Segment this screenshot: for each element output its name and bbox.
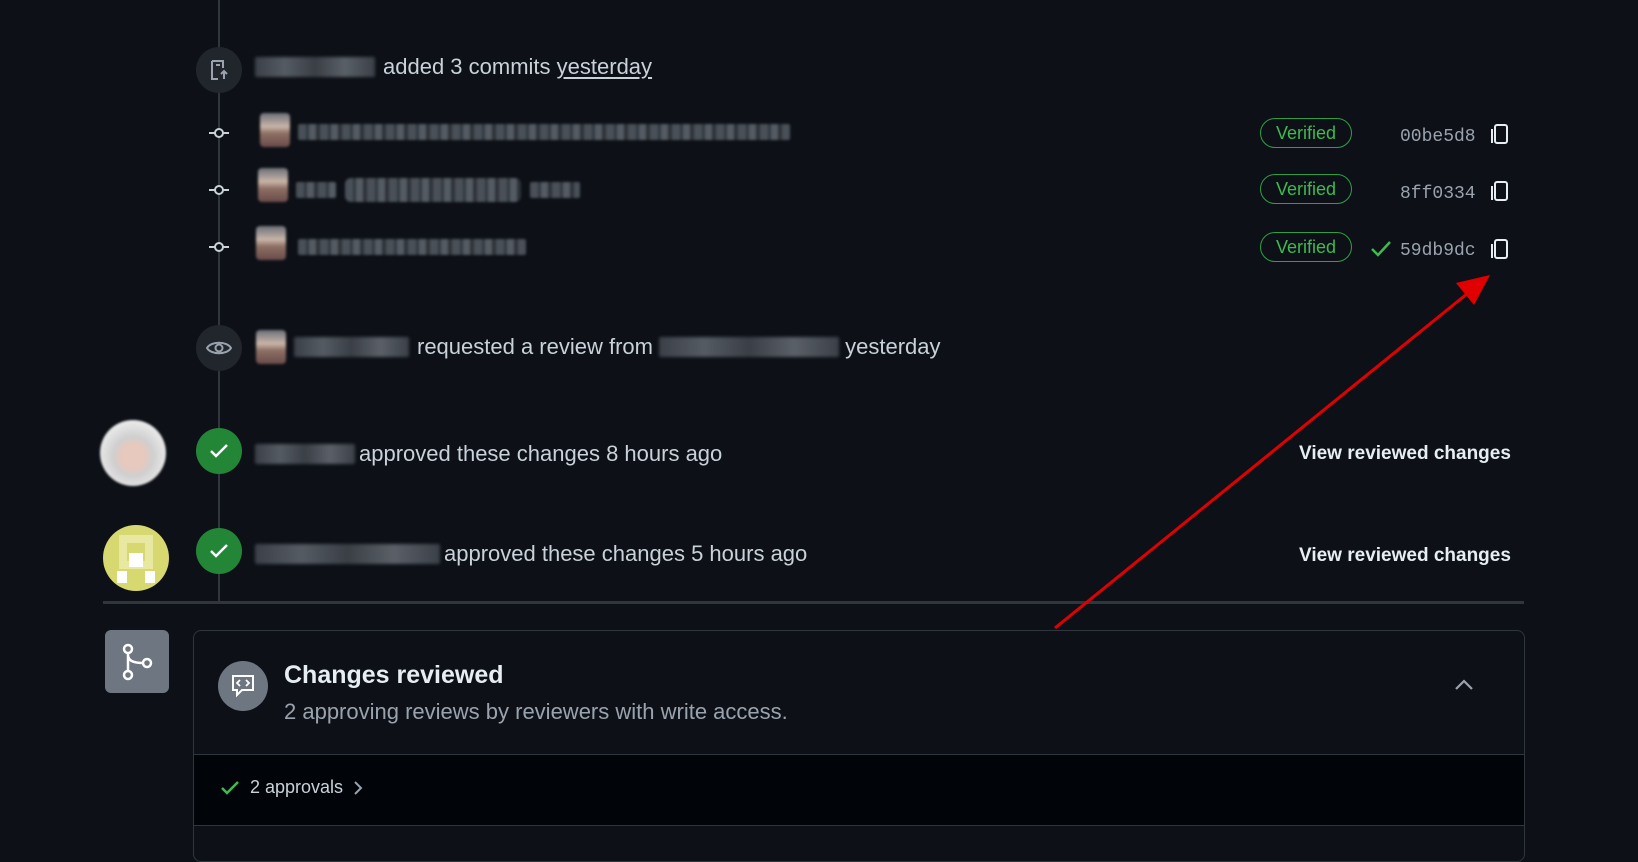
reviewer-name-redacted[interactable] <box>659 337 840 357</box>
commits-added-time[interactable]: yesterday <box>557 54 652 80</box>
panel-description: 2 approving reviews by reviewers with wr… <box>284 699 788 724</box>
commit-sha[interactable]: 00be5d8 <box>1400 127 1476 147</box>
commit-author-avatar[interactable] <box>256 226 286 260</box>
approval-event: approved these changes 5 hours ago <box>255 541 807 567</box>
reviewer-avatar[interactable] <box>100 420 166 486</box>
approvals-toggle[interactable]: 2 approvals <box>220 777 363 798</box>
commit-author-avatar[interactable] <box>258 168 288 202</box>
check-icon <box>221 780 239 795</box>
commit-author-avatar[interactable] <box>260 113 290 147</box>
push-icon <box>211 60 228 80</box>
push-event-badge <box>196 47 242 93</box>
commit-message-redacted[interactable] <box>298 124 790 140</box>
check-icon <box>210 544 228 558</box>
git-merge-icon <box>122 643 153 680</box>
approved-badge <box>196 528 242 574</box>
check-icon[interactable] <box>1370 240 1392 258</box>
copy-icon[interactable] <box>1491 124 1508 144</box>
review-request-time: yesterday <box>845 334 941 359</box>
commit-message-redacted[interactable] <box>298 239 526 255</box>
commits-added-text: added 3 commits <box>383 54 551 79</box>
author-name-redacted[interactable] <box>255 57 375 77</box>
chevron-up-icon[interactable] <box>1454 679 1474 691</box>
approved-badge <box>196 428 242 474</box>
approval-text: approved these changes 5 hours ago <box>444 541 808 566</box>
comment-code-icon-wrap <box>218 661 268 711</box>
requester-avatar[interactable] <box>256 330 286 364</box>
reviewer-name-redacted[interactable] <box>255 444 355 464</box>
check-icon <box>210 444 228 458</box>
copy-icon[interactable] <box>1491 181 1508 201</box>
reviewer-name-redacted[interactable] <box>255 544 440 564</box>
commit-message-redacted[interactable] <box>530 182 580 198</box>
approval-text: approved these changes 8 hours ago <box>359 441 723 466</box>
timeline-divider <box>103 601 1524 604</box>
approvals-label: 2 approvals <box>250 777 344 797</box>
reviewer-avatar[interactable] <box>103 525 169 591</box>
merge-status-icon-box <box>105 630 169 693</box>
requester-name-redacted[interactable] <box>294 337 409 357</box>
approvals-row: 2 approvals <box>194 755 1524 826</box>
view-reviewed-changes-link[interactable]: View reviewed changes <box>1299 545 1511 567</box>
changes-reviewed-header[interactable]: Changes reviewed 2 approving reviews by … <box>194 631 1524 755</box>
commit-message-code-redacted[interactable] <box>345 178 521 202</box>
verified-badge[interactable]: Verified <box>1260 118 1352 148</box>
review-request-event: requested a review from yesterday <box>256 330 941 364</box>
panel-title: Changes reviewed <box>284 661 504 689</box>
eye-icon <box>206 341 232 355</box>
commits-added-event: added 3 commits yesterday <box>255 54 652 80</box>
comment-code-icon <box>232 675 254 698</box>
verified-badge[interactable]: Verified <box>1260 174 1352 204</box>
view-reviewed-changes-link[interactable]: View reviewed changes <box>1299 443 1511 465</box>
review-request-badge <box>196 325 242 371</box>
merge-review-panel: Changes reviewed 2 approving reviews by … <box>193 630 1525 862</box>
chevron-right-icon <box>354 780 363 795</box>
commit-sha[interactable]: 8ff0334 <box>1400 184 1476 204</box>
commit-icon <box>209 185 229 195</box>
approval-event: approved these changes 8 hours ago <box>255 441 722 467</box>
commit-icon <box>209 128 229 138</box>
review-request-text: requested a review from <box>417 334 653 359</box>
commit-icon <box>209 242 229 252</box>
copy-icon[interactable] <box>1491 239 1508 259</box>
commit-sha[interactable]: 59db9dc <box>1400 241 1476 261</box>
verified-badge[interactable]: Verified <box>1260 232 1352 262</box>
commit-message-redacted[interactable] <box>296 182 336 198</box>
